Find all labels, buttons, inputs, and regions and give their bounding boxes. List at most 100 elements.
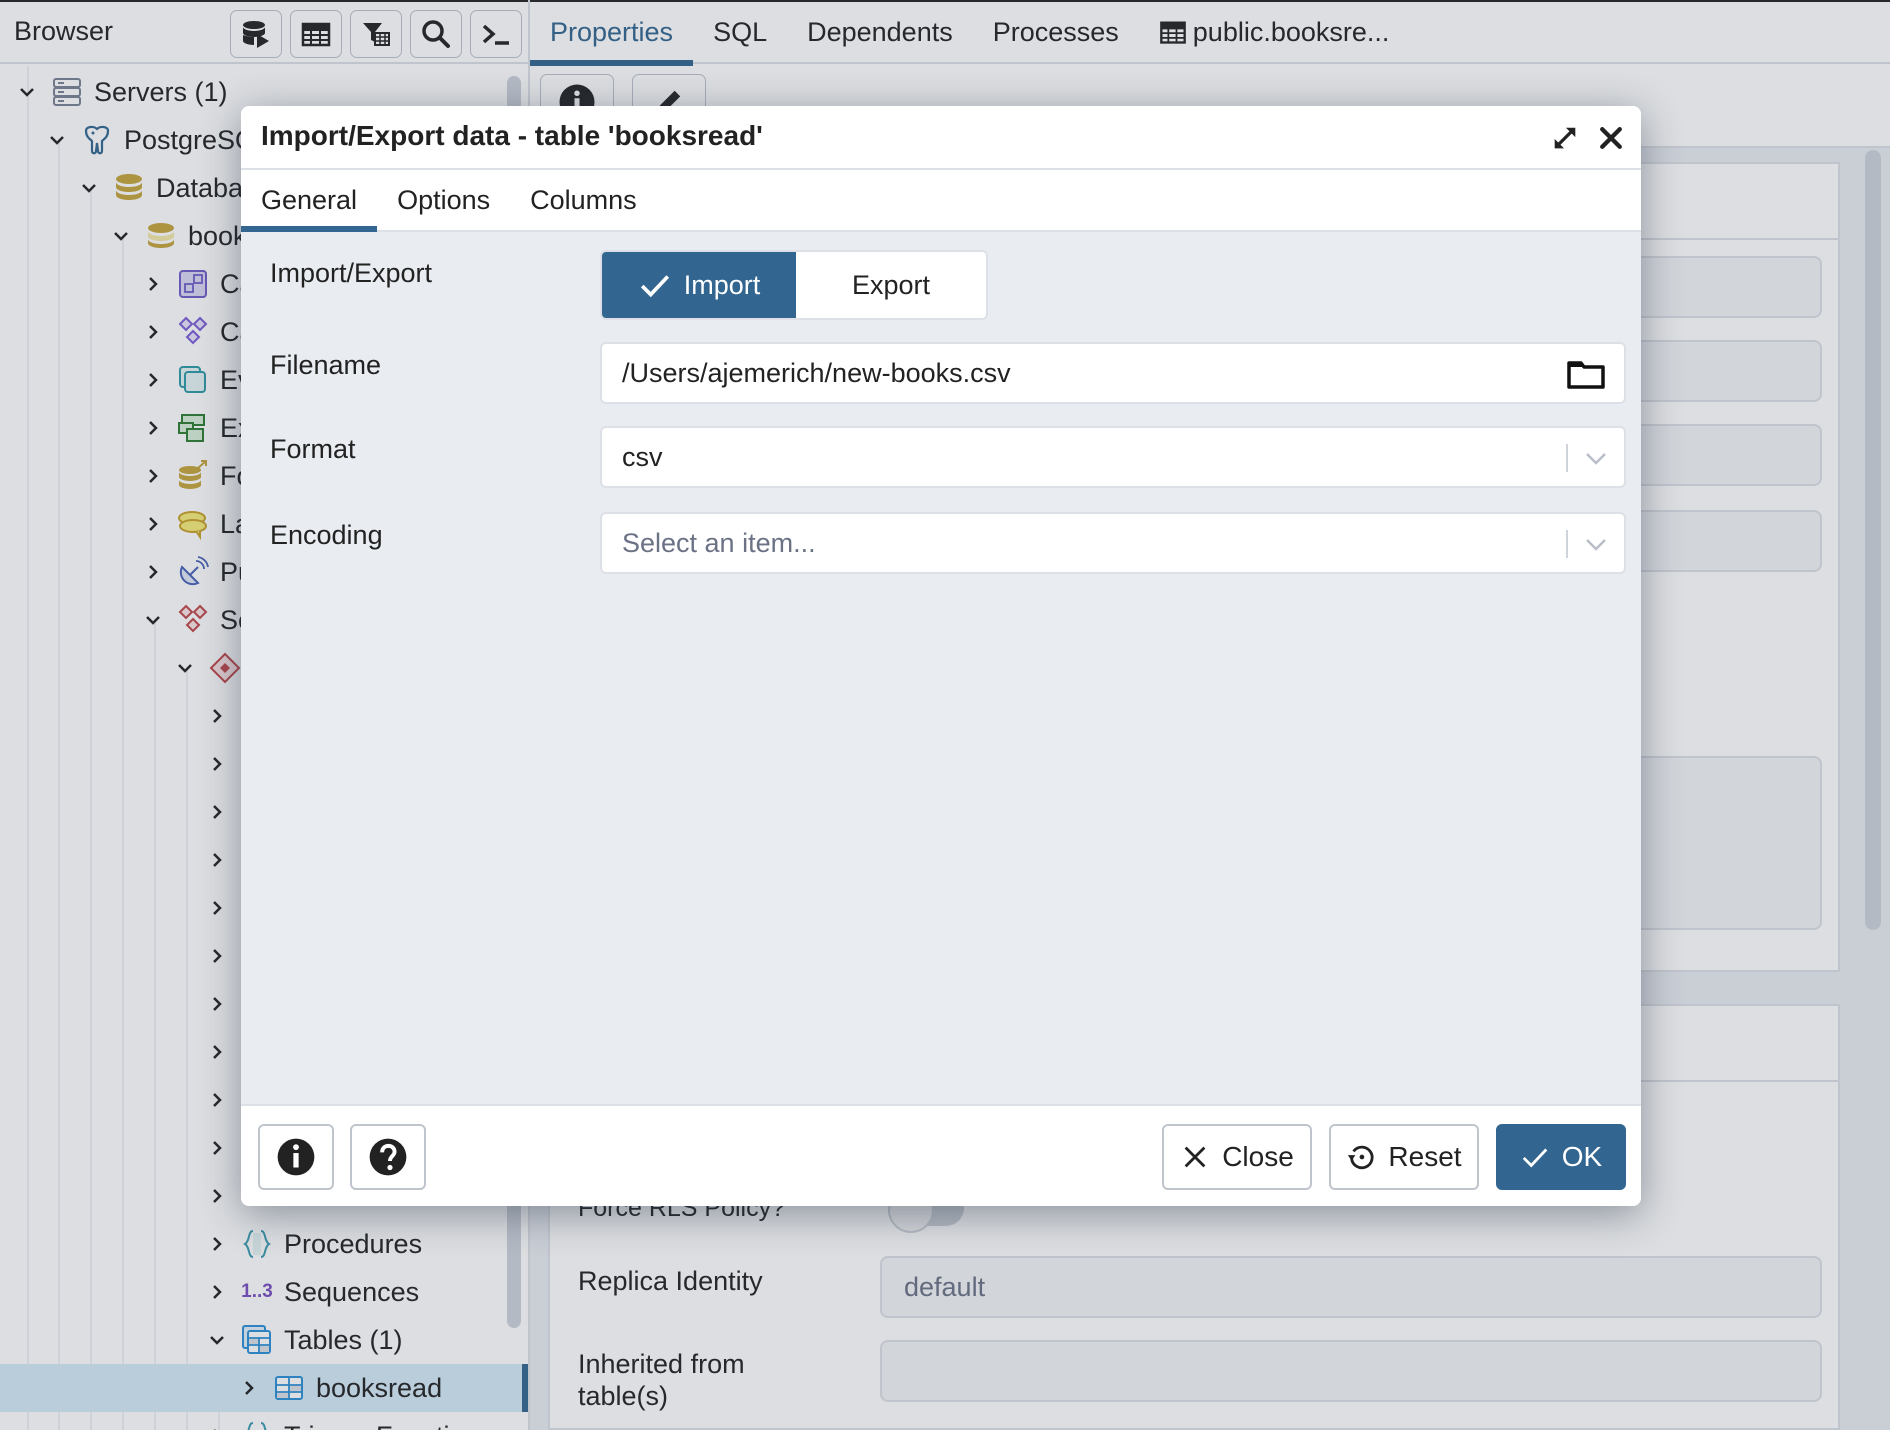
casts-icon — [176, 267, 210, 301]
chevron-down-icon[interactable] — [78, 177, 100, 199]
ok-button-label: OK — [1562, 1141, 1602, 1173]
chevron-right-icon[interactable] — [142, 561, 164, 583]
table-icon — [272, 1371, 306, 1405]
check-icon — [1520, 1142, 1550, 1172]
chevron-right-icon[interactable] — [142, 273, 164, 295]
chevron-right-icon[interactable] — [206, 1281, 228, 1303]
tree-item-sequences[interactable]: 1..3 Sequences — [0, 1268, 528, 1316]
chevron-down-icon[interactable] — [46, 129, 68, 151]
tree-item-label: Tables (1) — [284, 1325, 403, 1356]
search-objects-button[interactable] — [410, 10, 462, 58]
sequences-icon: 1..3 — [240, 1275, 274, 1309]
chevron-right-icon[interactable] — [206, 849, 228, 871]
terminal-icon — [480, 18, 512, 50]
tab-dependents[interactable]: Dependents — [787, 0, 973, 64]
maximize-button[interactable] — [1547, 120, 1583, 156]
tab-label: Dependents — [807, 0, 953, 64]
tree-item-label: Servers (1) — [94, 77, 228, 108]
chevron-right-icon[interactable] — [206, 945, 228, 967]
chevron-right-icon[interactable] — [206, 1041, 228, 1063]
psql-tool-button[interactable] — [470, 10, 522, 58]
info-button[interactable] — [258, 1124, 334, 1190]
chevron-right-icon[interactable] — [206, 705, 228, 727]
chevron-down-icon[interactable] — [206, 1329, 228, 1351]
close-icon — [1597, 124, 1625, 152]
chevron-right-icon[interactable] — [206, 1137, 228, 1159]
reset-button-label: Reset — [1388, 1141, 1461, 1173]
filtered-rows-button[interactable] — [350, 10, 402, 58]
tree-item-label: Sequences — [284, 1277, 419, 1308]
chevron-right-icon[interactable] — [206, 1233, 228, 1255]
reset-button[interactable]: Reset — [1329, 1124, 1479, 1190]
filename-input[interactable]: /Users/ajemerich/new-books.csv — [600, 342, 1626, 404]
chevron-down-icon[interactable] — [174, 657, 196, 679]
procedures-icon — [240, 1227, 274, 1261]
tree-item-label: booksread — [316, 1373, 442, 1404]
tab-general[interactable]: General — [241, 170, 377, 230]
select-separator — [1566, 530, 1568, 558]
export-option[interactable]: Export — [796, 252, 986, 318]
view-data-button[interactable] — [290, 10, 342, 58]
search-icon — [420, 18, 452, 50]
databases-icon — [112, 171, 146, 205]
chevron-right-icon[interactable] — [206, 801, 228, 823]
tree-item-trigger-functions[interactable]: Trigger Functions — [0, 1412, 528, 1430]
tables-icon — [240, 1323, 274, 1357]
chevron-right-icon[interactable] — [238, 1377, 260, 1399]
tab-label: SQL — [713, 0, 767, 64]
import-option[interactable]: Import — [602, 252, 796, 318]
tree-item-tables[interactable]: Tables (1) — [0, 1316, 528, 1364]
check-icon — [638, 268, 672, 302]
format-label: Format — [270, 434, 356, 465]
ok-button[interactable]: OK — [1496, 1124, 1626, 1190]
tab-label: public.booksre... — [1193, 0, 1390, 64]
encoding-select[interactable]: Select an item... — [600, 512, 1626, 574]
tree-item-procedures[interactable]: Procedures — [0, 1220, 528, 1268]
format-select[interactable]: csv — [600, 426, 1626, 488]
dialog-header: Import/Export data - table 'booksread' — [241, 106, 1641, 170]
import-option-label: Import — [684, 270, 761, 301]
chevron-right-icon[interactable] — [142, 465, 164, 487]
schemas-icon — [176, 603, 210, 637]
chevron-right-icon[interactable] — [206, 1185, 228, 1207]
chevron-right-icon[interactable] — [206, 1089, 228, 1111]
chevron-right-icon[interactable] — [206, 993, 228, 1015]
chevron-down-icon[interactable] — [1582, 530, 1610, 558]
tab-table-view[interactable]: public.booksre... — [1139, 0, 1410, 64]
tab-options[interactable]: Options — [377, 170, 510, 230]
chevron-right-icon[interactable] — [142, 417, 164, 439]
help-button[interactable] — [350, 1124, 426, 1190]
format-value: csv — [622, 442, 663, 473]
chevron-right-icon[interactable] — [206, 753, 228, 775]
chevron-right-icon[interactable] — [206, 1425, 228, 1430]
chevron-right-icon[interactable] — [142, 513, 164, 535]
export-option-label: Export — [852, 270, 930, 301]
dialog-close-button[interactable] — [1593, 120, 1629, 156]
chevron-right-icon[interactable] — [206, 897, 228, 919]
chevron-down-icon[interactable] — [1582, 444, 1610, 472]
tree-item-table-booksread[interactable]: booksread — [0, 1364, 528, 1412]
tab-sql[interactable]: SQL — [693, 0, 787, 64]
tab-properties[interactable]: Properties — [530, 0, 693, 64]
dialog-footer: Close Reset OK — [241, 1104, 1641, 1206]
query-tool-button[interactable] — [230, 10, 282, 58]
filtered-rows-icon — [360, 18, 392, 50]
chevron-right-icon[interactable] — [142, 321, 164, 343]
chevron-down-icon[interactable] — [110, 225, 132, 247]
close-button[interactable]: Close — [1162, 1124, 1312, 1190]
filename-label: Filename — [270, 350, 381, 381]
chevron-down-icon[interactable] — [16, 81, 38, 103]
info-icon — [275, 1136, 317, 1178]
select-separator — [1566, 444, 1568, 472]
filename-value: /Users/ajemerich/new-books.csv — [622, 358, 1011, 389]
tab-columns[interactable]: Columns — [510, 170, 657, 230]
tree-item-label: Procedures — [284, 1229, 422, 1260]
database-icon — [144, 219, 178, 253]
tab-label: Processes — [993, 0, 1119, 64]
tab-processes[interactable]: Processes — [973, 0, 1139, 64]
chevron-down-icon[interactable] — [142, 609, 164, 631]
chevron-right-icon[interactable] — [142, 369, 164, 391]
folder-icon[interactable] — [1566, 358, 1606, 390]
properties-scrollbar[interactable] — [1865, 150, 1881, 930]
trigger-functions-icon — [240, 1419, 274, 1430]
